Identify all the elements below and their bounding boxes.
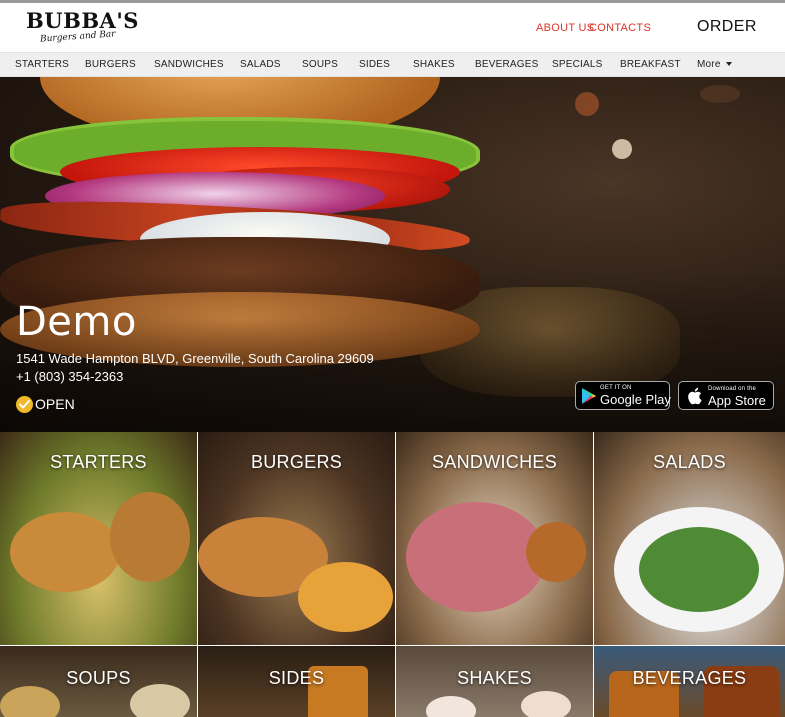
tile-label-sides: SIDES	[268, 668, 325, 688]
open-status-text: OPEN	[35, 396, 75, 412]
site-header: BUBBA'S Burgers and Bar ABOUT US CONTACT…	[0, 3, 785, 52]
tile-label-starters: STARTERS	[50, 452, 147, 472]
about-us-link[interactable]: ABOUT US	[536, 22, 594, 34]
starters-food-image	[10, 512, 120, 592]
app-store-small-text: Download on the	[708, 386, 757, 392]
nav-item-salads[interactable]: SALADS	[240, 59, 281, 70]
nav-item-burgers[interactable]: BURGERS	[85, 59, 136, 70]
category-tile-sandwiches[interactable]: SANDWICHES	[396, 432, 593, 645]
category-nav: STARTERS BURGERS SANDWICHES SALADS SOUPS…	[0, 52, 785, 77]
hero-banner: Demo 1541 Wade Hampton BLVD, Greenville,…	[0, 77, 785, 432]
tile-label-burgers: BURGERS	[250, 452, 343, 472]
nav-item-sides[interactable]: SIDES	[359, 59, 390, 70]
sandwiches-food-image	[406, 502, 546, 612]
google-play-icon	[582, 388, 596, 408]
bubbas-logo[interactable]: BUBBA'S Burgers and Bar	[26, 9, 138, 49]
category-tile-sides[interactable]: SIDES	[198, 646, 395, 717]
salads-food-image	[639, 527, 759, 612]
app-store-button[interactable]: Download on the App Store	[678, 381, 774, 410]
tile-label-soups: SOUPS	[66, 668, 131, 688]
nav-item-beverages[interactable]: BEVERAGES	[475, 59, 539, 70]
tile-label-beverages: BEVERAGES	[632, 668, 747, 688]
nav-item-sandwiches[interactable]: SANDWICHES	[154, 59, 224, 70]
tile-label-shakes: SHAKES	[457, 668, 532, 688]
google-play-small-text: GET IT ON	[600, 385, 632, 391]
nav-item-soups[interactable]: SOUPS	[302, 59, 338, 70]
logo-main-text: BUBBA'S	[26, 8, 139, 33]
category-tile-starters[interactable]: STARTERS	[0, 432, 197, 645]
nav-item-shakes[interactable]: SHAKES	[413, 59, 455, 70]
apple-icon	[687, 387, 702, 409]
caret-down-icon	[725, 62, 732, 67]
tile-label-salads: SALADS	[653, 452, 726, 472]
nav-item-breakfast[interactable]: BREAKFAST	[620, 59, 681, 70]
app-store-big-text: App Store	[708, 393, 766, 408]
nav-more-dropdown[interactable]: More	[697, 59, 732, 70]
restaurant-phone[interactable]: +1 (803) 354-2363	[16, 369, 123, 384]
category-grid: STARTERS BURGERS SANDWICHES SALADS SOUPS…	[0, 432, 785, 717]
restaurant-name: Demo	[16, 299, 137, 345]
burgers-food-image	[298, 562, 393, 632]
category-tile-burgers[interactable]: BURGERS	[198, 432, 395, 645]
shakes-food-image	[426, 696, 476, 717]
google-play-big-text: Google Play	[600, 392, 671, 407]
category-tile-salads[interactable]: SALADS	[594, 432, 785, 645]
order-button[interactable]: ORDER	[697, 18, 757, 36]
restaurant-address: 1541 Wade Hampton BLVD, Greenville, Sout…	[16, 351, 374, 366]
category-tile-shakes[interactable]: SHAKES	[396, 646, 593, 717]
check-circle-icon	[16, 396, 33, 413]
starters-food-image	[110, 492, 190, 582]
category-tile-beverages[interactable]: BEVERAGES	[594, 646, 785, 717]
contacts-link[interactable]: CONTACTS	[589, 22, 651, 34]
sandwiches-food-image	[526, 522, 586, 582]
nav-more-label: More	[697, 59, 721, 70]
nav-item-starters[interactable]: STARTERS	[15, 59, 69, 70]
tile-label-sandwiches: SANDWICHES	[431, 452, 557, 472]
soups-food-image	[0, 686, 60, 717]
nav-item-specials[interactable]: SPECIALS	[552, 59, 603, 70]
shakes-food-image	[521, 691, 571, 717]
google-play-button[interactable]: GET IT ON Google Play	[575, 381, 671, 410]
category-tile-soups[interactable]: SOUPS	[0, 646, 197, 717]
